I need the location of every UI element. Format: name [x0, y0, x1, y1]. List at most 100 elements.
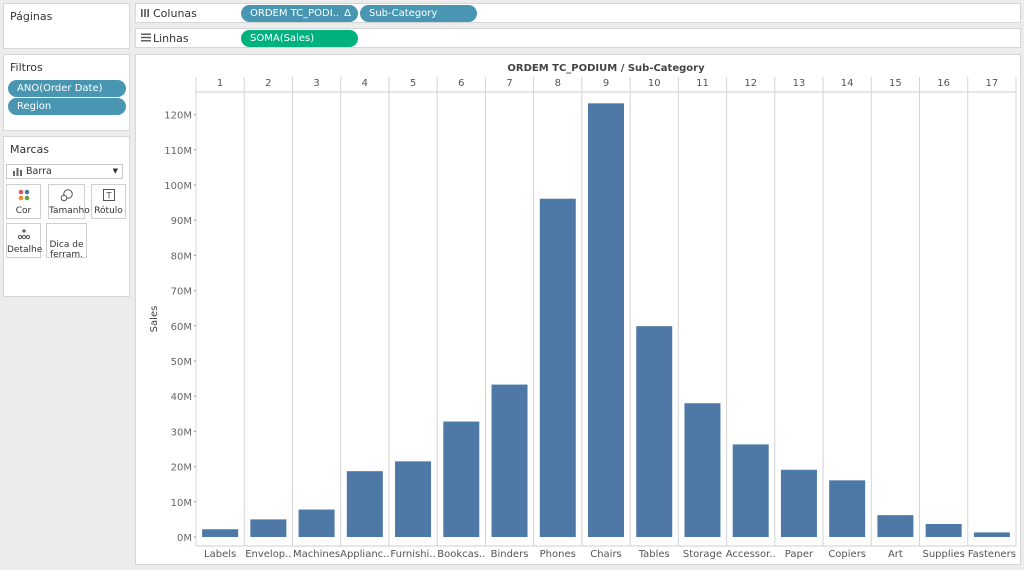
category-label: Storage [683, 549, 722, 560]
category-label: Phones [540, 549, 576, 560]
bar [491, 384, 528, 537]
filter-pill-order-date-year[interactable]: ANO(Order Date) [8, 80, 126, 97]
chevron-down-icon: ▼ [112, 167, 118, 175]
category-label: Machines [293, 549, 340, 560]
rank-header-label: 12 [744, 78, 757, 89]
rank-header-label: 17 [986, 78, 999, 89]
category-label: Chairs [590, 549, 622, 560]
rank-header-label: 15 [889, 78, 902, 89]
bar [250, 519, 287, 537]
bar [780, 469, 817, 537]
row-pill-sum-sales[interactable]: SOMA(Sales) [241, 30, 358, 47]
y-tick-label: 40M [171, 392, 192, 403]
text-label-icon: T [103, 189, 115, 201]
y-tick-label: 0M [177, 533, 192, 544]
rows-shelf[interactable]: Linhas SOMA(Sales) [135, 28, 1021, 48]
bar [443, 421, 480, 537]
column-pill-sub-category[interactable]: Sub-Category [360, 5, 477, 22]
bar [925, 523, 962, 537]
category-label: Copiers [828, 549, 866, 560]
category-label: Bookcas.. [437, 549, 485, 560]
rows-shelf-label: Linhas [153, 32, 189, 45]
rank-header-label: 3 [313, 78, 319, 89]
size-circles-icon [60, 189, 73, 202]
bar [636, 326, 673, 537]
category-label: Supplies [922, 549, 964, 560]
label-button-label: Rótulo [94, 206, 123, 216]
category-label: Art [888, 549, 903, 560]
y-tick-label: 100M [164, 181, 192, 192]
y-tick-label: 120M [164, 111, 192, 122]
pages-panel[interactable]: Páginas [3, 3, 130, 49]
y-tick-label: 110M [164, 146, 192, 157]
size-button[interactable]: Tamanho [48, 184, 90, 219]
bar [346, 471, 383, 537]
rank-header-label: 10 [648, 78, 661, 89]
filters-panel: Filtros ANO(Order Date) Region [3, 54, 130, 131]
detail-button[interactable]: Detalhe [6, 223, 43, 258]
y-tick-label: 70M [171, 287, 192, 298]
rank-header-label: 14 [841, 78, 854, 89]
y-tick-label: 90M [171, 216, 192, 227]
bar [973, 532, 1010, 537]
color-dots-icon [18, 189, 30, 201]
y-tick-label: 30M [171, 427, 192, 438]
tooltip-button-label-line1: Dica de [49, 240, 84, 250]
rank-header-label: 8 [555, 78, 561, 89]
column-pill-ordem-tc-podium[interactable]: ORDEM TC_PODI.. Δ [241, 5, 358, 22]
category-label: Paper [785, 549, 814, 560]
rows-icon [141, 33, 151, 42]
columns-shelf[interactable]: Colunas ORDEM TC_PODI.. Δ Sub-Category [135, 3, 1021, 23]
bar-chart: ORDEM TC_PODIUM / Sub-Category 0M 10M 20M 30… [149, 63, 1017, 560]
rank-header-label: 1 [217, 78, 223, 89]
bar [539, 198, 576, 537]
bar [732, 444, 769, 537]
category-label: Accessor.. [726, 549, 776, 560]
size-button-label: Tamanho [49, 206, 90, 216]
color-button-label: Cor [15, 206, 32, 216]
bar [829, 480, 866, 537]
y-tick-label: 50M [171, 357, 192, 368]
rank-header-label: 13 [793, 78, 806, 89]
category-label: Labels [204, 549, 236, 560]
rank-header-label: 9 [603, 78, 609, 89]
marks-panel-title: Marcas [10, 143, 50, 156]
columns-icon [141, 9, 149, 17]
category-label: Applianc.. [340, 549, 389, 560]
detail-button-label: Detalhe [7, 245, 43, 255]
category-label: Binders [491, 549, 529, 560]
rank-header-label: 6 [458, 78, 464, 89]
category-label: Tables [638, 549, 670, 560]
bar [684, 403, 721, 537]
category-label: Envelop.. [245, 549, 291, 560]
bar [298, 509, 335, 537]
category-label: Fasteners [968, 549, 1016, 560]
bar [202, 529, 239, 537]
rank-header-label: 4 [362, 78, 368, 89]
color-button[interactable]: Cor [6, 184, 41, 219]
column-pill-ordem-tc-podium-label: ORDEM TC_PODI.. [250, 8, 340, 19]
rank-header-label: 2 [265, 78, 271, 89]
svg-text:T: T [105, 192, 112, 202]
pages-panel-title: Páginas [10, 10, 53, 23]
mark-type-label: Barra [26, 166, 52, 177]
filters-panel-title: Filtros [10, 61, 43, 74]
filter-pill-region[interactable]: Region [8, 98, 126, 115]
category-label: Furnishi.. [390, 549, 435, 560]
mark-type-dropdown[interactable]: Barra ▼ [6, 164, 123, 179]
tooltip-button-label-line2: ferram. [49, 250, 84, 260]
bar [588, 103, 624, 537]
bar-chart-icon [13, 168, 22, 176]
chart-title: ORDEM TC_PODIUM / Sub-Category [507, 63, 705, 74]
label-button[interactable]: T Rótulo [91, 184, 126, 219]
rank-header-label: 5 [410, 78, 416, 89]
bar [395, 461, 432, 537]
y-tick-label: 80M [171, 251, 192, 262]
y-tick-label: 60M [171, 322, 192, 333]
columns-shelf-label: Colunas [153, 7, 197, 20]
tooltip-button[interactable]: Dica de ferram. [46, 223, 87, 260]
bar [877, 515, 914, 537]
chart-area: ORDEM TC_PODIUM / Sub-Category 0M 10M 20M 30… [135, 54, 1021, 565]
y-axis-title: Sales [149, 306, 160, 333]
y-tick-label: 20M [171, 463, 192, 474]
